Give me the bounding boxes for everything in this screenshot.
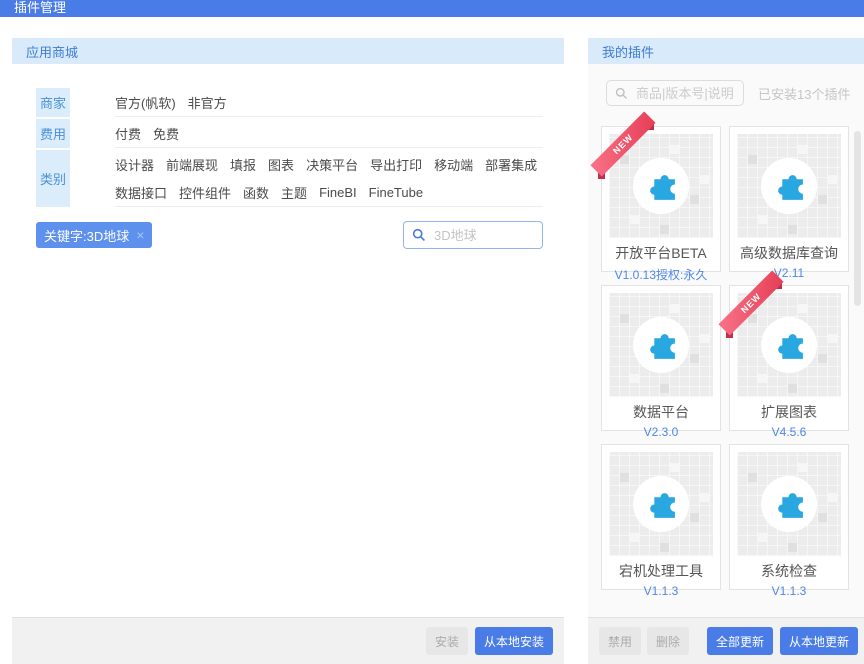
disable-button[interactable]: 禁用 [599, 627, 642, 655]
filter-option[interactable]: 移动端 [434, 155, 473, 174]
plugin-version: V1.1.3 [643, 584, 679, 598]
my-plugins-search-box[interactable] [606, 80, 744, 106]
plugin-card[interactable]: 系统检查 V1.1.3 [729, 444, 849, 598]
filter-option[interactable]: 决策平台 [306, 155, 358, 174]
my-plugins-search-row: 已安装13个插件 [606, 80, 864, 106]
my-plugins-panel: 我的插件 已安装13个插件 NEW 开放平台BETA V [588, 38, 864, 664]
keyword-tag[interactable]: 关键字:3D地球 × [36, 222, 153, 248]
filter-option[interactable]: 部署集成 [485, 155, 537, 174]
my-plugins-body: 已安装13个插件 NEW 开放平台BETA V1.0.13授权:永久 [588, 64, 864, 617]
store-search-input[interactable] [432, 226, 534, 244]
filter-group-label: 商家 [36, 88, 70, 117]
filter-option[interactable]: 导出打印 [370, 155, 422, 174]
search-icon [412, 228, 425, 241]
filter-option[interactable]: 设计器 [115, 155, 154, 174]
window-titlebar: 插件管理 [0, 0, 864, 17]
plugin-card-grid: NEW 开放平台BETA V1.0.13授权:永久 高级数据库查询 V2.11 … [590, 111, 864, 598]
filter-options: 官方(帆软) 非官方 [115, 88, 543, 117]
plugin-card[interactable]: 宕机处理工具 V1.1.3 [601, 444, 721, 598]
plugin-name: 高级数据库查询 [740, 245, 838, 261]
plugin-icon-circle [761, 158, 817, 214]
filter-option[interactable]: FineTube [369, 185, 423, 200]
filter-option[interactable]: FineBI [319, 185, 357, 200]
plugin-name: 宕机处理工具 [619, 563, 703, 579]
filter-option-line: 设计器 前端展现 填报 图表 决策平台 导出打印 移动端 部署集成 [115, 150, 543, 178]
install-button[interactable]: 安装 [425, 627, 468, 655]
filter-option[interactable]: 函数 [243, 183, 269, 202]
filter-option[interactable]: 控件组件 [179, 183, 231, 202]
store-footer: 安装 从本地安装 [12, 617, 564, 664]
app-store-body: 商家 官方(帆软) 非官方 费用 付费 免费 类别 设计器 前端展现 填报 图表 决策平台导… [12, 64, 564, 617]
filter-group-label: 费用 [36, 119, 70, 148]
plugin-version: V2.11 [773, 266, 805, 280]
scrollbar-thumb[interactable] [854, 131, 861, 306]
filter-option-line: 官方(帆软) 非官方 [115, 88, 543, 116]
plugin-icon-circle [761, 317, 817, 373]
plugin-thumbnail [609, 452, 713, 556]
filter-group: 费用 付费 免费 [36, 119, 543, 148]
plugin-card[interactable]: NEW 扩展图表 V4.5.6 [718, 270, 849, 439]
plugin-icon-circle [761, 476, 817, 532]
app-store-panel: 应用商城 商家 官方(帆软) 非官方 费用 付费 免费 类别 设计器 前端展现 填报 图表… [12, 38, 564, 664]
plugin-version: V1.0.13授权:永久 [614, 268, 708, 282]
store-search-box[interactable] [403, 221, 543, 249]
update-all-button[interactable]: 全部更新 [706, 627, 773, 655]
puzzle-piece-icon [649, 174, 675, 200]
plugin-name: 系统检查 [761, 563, 817, 579]
plugin-icon-circle [633, 158, 689, 214]
filter-group: 类别 设计器 前端展现 填报 图表 决策平台 导出打印 移动端 部署集成 数据接口 控件组件 函数主… [36, 150, 543, 207]
puzzle-piece-icon [649, 333, 675, 359]
filter-option[interactable]: 官方(帆软) [115, 93, 176, 112]
footer-right-group: 全部更新 从本地更新 [706, 627, 858, 655]
filter-option[interactable]: 数据接口 [115, 183, 167, 202]
installed-count: 已安装13个插件 [758, 86, 851, 102]
plugin-version: V1.1.3 [771, 584, 807, 598]
my-plugins-search-input[interactable] [634, 84, 735, 102]
plugin-icon-circle [633, 476, 689, 532]
filter-option[interactable]: 前端展现 [166, 155, 218, 174]
filter-option[interactable]: 填报 [230, 155, 256, 174]
keyword-tag-label: 关键字:3D地球 [44, 228, 130, 244]
filter-options: 付费 免费 [115, 119, 543, 148]
app-store-header: 应用商城 [12, 38, 564, 64]
filter-option-line: 付费 免费 [115, 119, 543, 147]
plugin-version: V2.3.0 [643, 425, 679, 439]
plugin-version: V4.5.6 [771, 425, 807, 439]
puzzle-piece-icon [777, 174, 803, 200]
delete-button[interactable]: 删除 [647, 627, 690, 655]
plugin-icon-circle [633, 317, 689, 373]
filter-option-line: 数据接口 控件组件 函数 主题 FineBI FineTube [115, 178, 543, 206]
plugin-card[interactable]: NEW 开放平台BETA V1.0.13授权:永久 [590, 111, 721, 282]
filter-group: 商家 官方(帆软) 非官方 [36, 88, 543, 117]
filter-option[interactable]: 付费 [115, 124, 141, 143]
plugin-card[interactable]: 高级数据库查询 V2.11 [729, 126, 849, 280]
puzzle-piece-icon [649, 492, 675, 518]
keyword-tag-close-icon[interactable]: × [136, 228, 144, 242]
footer-left-group: 禁用 删除 [599, 627, 690, 655]
my-plugins-footer: 禁用 删除 全部更新 从本地更新 [588, 617, 864, 664]
plugin-card[interactable]: 数据平台 V2.3.0 [601, 285, 721, 439]
filter-option[interactable]: 免费 [153, 124, 179, 143]
my-plugins-header: 我的插件 [588, 38, 864, 64]
update-from-local-button[interactable]: 从本地更新 [779, 627, 858, 655]
filter-option[interactable]: 图表 [268, 155, 294, 174]
keyword-tag-row: 关键字:3D地球 × [36, 221, 543, 249]
plugin-name: 扩展图表 [761, 404, 817, 420]
filter-options: 设计器 前端展现 填报 图表 决策平台 导出打印 移动端 部署集成数据接口 控件组件 函数 主题 Fi… [115, 150, 543, 207]
filter-group-label: 类别 [36, 150, 70, 207]
puzzle-piece-icon [777, 333, 803, 359]
search-icon [615, 87, 628, 99]
plugin-name: 数据平台 [633, 404, 689, 420]
install-from-local-button[interactable]: 从本地安装 [474, 627, 553, 655]
plugin-name: 开放平台BETA [615, 245, 707, 261]
puzzle-piece-icon [777, 492, 803, 518]
plugin-thumbnail [609, 293, 713, 397]
filter-option[interactable]: 主题 [281, 183, 307, 202]
window-title: 插件管理 [14, 0, 67, 15]
plugin-thumbnail [737, 134, 841, 238]
filter-groups: 商家 官方(帆软) 非官方 费用 付费 免费 类别 设计器 前端展现 填报 图表 决策平台导… [36, 88, 543, 207]
filter-option[interactable]: 非官方 [188, 93, 227, 112]
plugin-thumbnail [737, 452, 841, 556]
